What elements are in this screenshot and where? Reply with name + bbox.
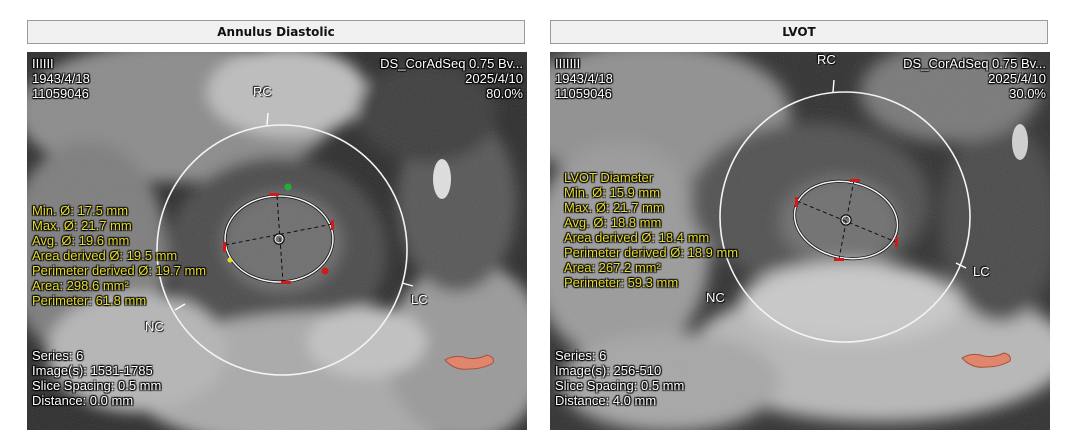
measure-min: Min. Ø: 17.5 mm <box>32 203 129 218</box>
birth-date: 1943/4/18 <box>32 71 90 86</box>
measure-perimeter-derived: Perimeter derived Ø: 19.7 mm <box>32 263 207 278</box>
measure-area-derived: Area derived Ø: 19.5 mm <box>32 248 178 263</box>
nc-label: NC <box>145 319 164 334</box>
distance: Distance: 0.0 mm <box>32 393 134 408</box>
slice-spacing: Slice Spacing: 0.5 mm <box>32 378 162 393</box>
measure-avg: Avg. Ø: 19.6 mm <box>32 233 130 248</box>
patient-info: ΙΙΙΙΙΙ 1943/4/18 11059046 <box>32 56 90 101</box>
rc-label: RC <box>817 52 836 67</box>
patient-info: ΙΙΙΙΙΙΙ 1943/4/18 11059046 <box>555 56 613 101</box>
measure-area: Area: 267.2 mm² <box>564 260 661 275</box>
lvot-viewport[interactable]: RC LC NC ΙΙΙΙΙΙΙ 1943/4/18 11059046 DS_C… <box>550 52 1050 430</box>
measure-area: Area: 298.6 mm² <box>32 278 129 293</box>
measure-max: Max. Ø: 21.7 mm <box>32 218 132 233</box>
measure-max: Max. Ø: 21.7 mm <box>564 200 664 215</box>
series-desc: DS_CorAdSeq 0.75 Bv... <box>380 56 523 71</box>
annulus-viewport[interactable]: RC LC NC ΙΙΙΙΙΙ 1943/4/18 11059046 DS_Co… <box>27 52 527 430</box>
measure-perimeter: Perimeter: 59.3 mm <box>564 275 679 290</box>
lc-label: LC <box>973 264 990 279</box>
measure-perimeter: Perimeter: 61.8 mm <box>32 293 147 308</box>
annulus-panel: Annulus Diastolic RC LC NC ΙΙΙΙΙΙ 1943/4… <box>27 0 527 444</box>
lvot-title: LVOT <box>550 20 1048 44</box>
patient-id: 11059046 <box>555 86 612 101</box>
slice-spacing: Slice Spacing: 0.5 mm <box>555 378 685 393</box>
annulus-title: Annulus Diastolic <box>27 20 525 44</box>
slice-info: Series: 6 Image(s): 256-510 Slice Spacin… <box>555 348 684 408</box>
study-date: 2025/4/10 <box>988 71 1046 86</box>
patient-id-line: ΙΙΙΙΙΙ <box>32 56 54 71</box>
birth-date: 1943/4/18 <box>555 71 613 86</box>
series-number: Series: 6 <box>32 348 84 363</box>
slice-info: Series: 6 Image(s): 1531-1785 Slice Spac… <box>32 348 161 408</box>
cardiac-phase: 80.0% <box>486 86 523 101</box>
measure-perimeter-derived: Perimeter derived Ø: 18.9 mm <box>564 245 739 260</box>
series-desc: DS_CorAdSeq 0.75 Bv... <box>903 56 1046 71</box>
measure-area-derived: Area derived Ø: 18.4 mm <box>564 230 710 245</box>
image-range: Image(s): 256-510 <box>555 363 662 378</box>
measure-title: LVOT Diameter <box>564 170 654 185</box>
annulus-measurements: Min. Ø: 17.5 mm Max. Ø: 21.7 mm Avg. Ø: … <box>32 203 206 308</box>
lc-label: LC <box>411 292 428 307</box>
cardiac-phase: 30.0% <box>1009 86 1046 101</box>
measure-min: Min. Ø: 15.9 mm <box>564 185 661 200</box>
rc-label: RC <box>253 84 272 99</box>
series-info: DS_CorAdSeq 0.75 Bv... 2025/4/10 30.0% <box>903 56 1046 101</box>
lvot-panel: LVOT RC LC NC ΙΙΙΙΙΙΙ 1943/4/18 11059046… <box>550 0 1050 444</box>
lvot-measurements: LVOT Diameter Min. Ø: 15.9 mm Max. Ø: 21… <box>564 170 738 290</box>
distance: Distance: 4.0 mm <box>555 393 657 408</box>
nc-label: NC <box>706 290 725 305</box>
image-range: Image(s): 1531-1785 <box>32 363 153 378</box>
patient-id: 11059046 <box>32 86 89 101</box>
measure-avg: Avg. Ø: 18.8 mm <box>564 215 662 230</box>
series-number: Series: 6 <box>555 348 607 363</box>
series-info: DS_CorAdSeq 0.75 Bv... 2025/4/10 80.0% <box>380 56 523 101</box>
patient-id-line: ΙΙΙΙΙΙΙ <box>555 56 581 71</box>
study-date: 2025/4/10 <box>465 71 523 86</box>
